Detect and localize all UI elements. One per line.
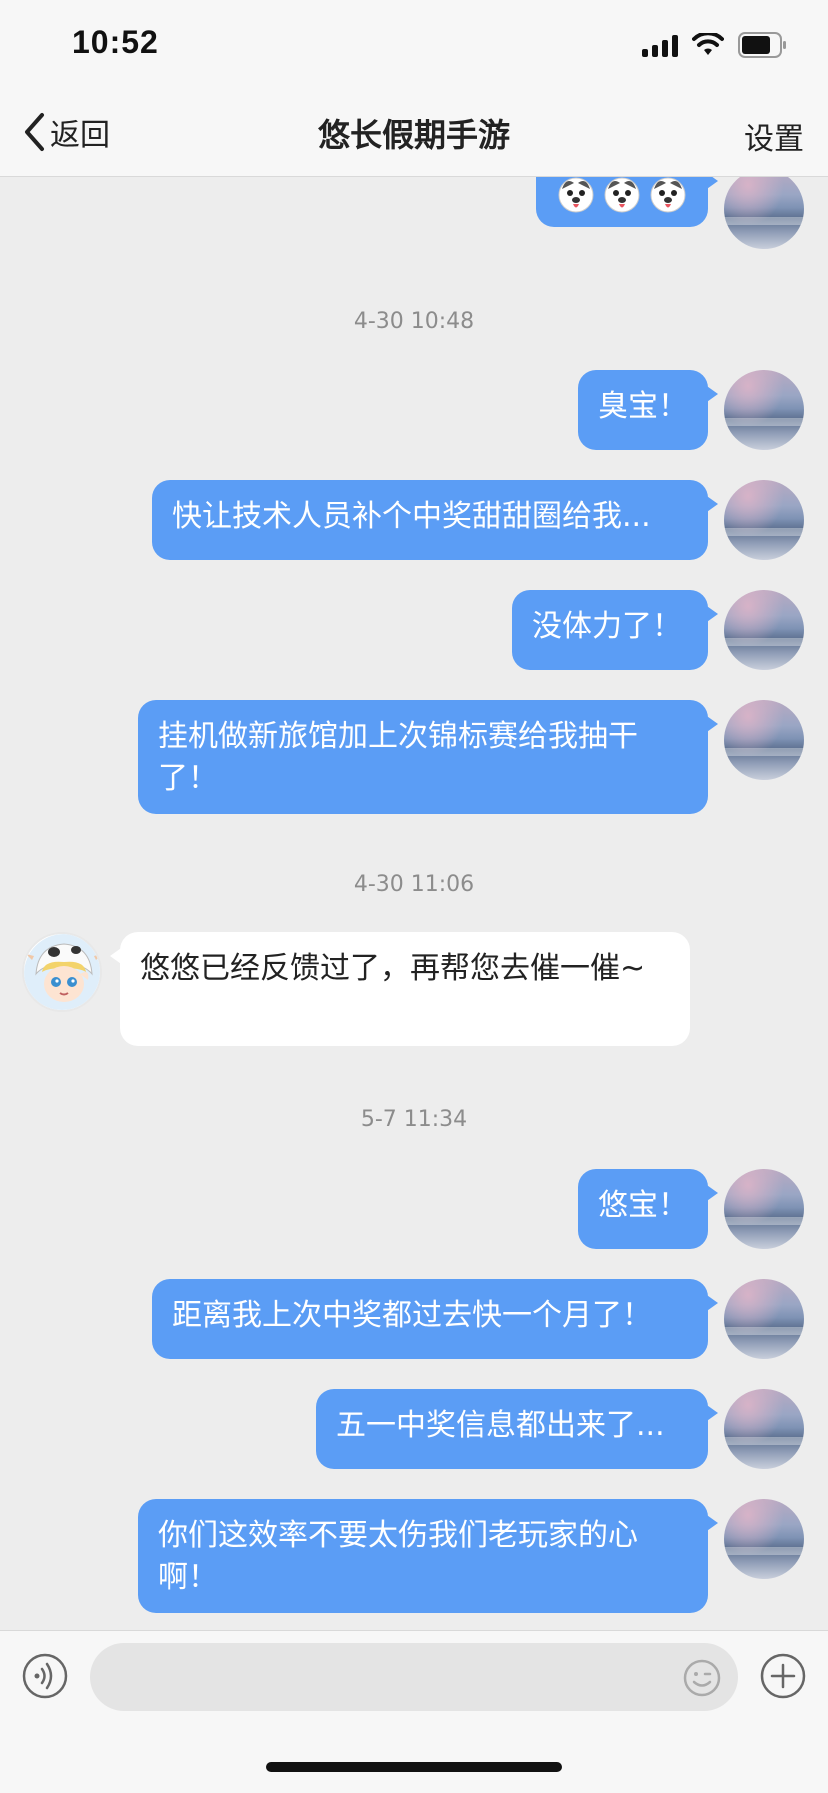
dog-emoji-icon xyxy=(650,177,686,213)
message-bubble-incoming[interactable]: 悠悠已经反馈过了，再帮您去催一催~ xyxy=(110,932,690,1046)
message-bubble-outgoing[interactable]: 悠宝！ xyxy=(578,1169,718,1249)
message-timestamp: 5-7 11:34 xyxy=(360,1107,468,1132)
my-avatar[interactable] xyxy=(724,480,804,560)
message-bubble-outgoing[interactable] xyxy=(536,177,718,227)
back-label: 返回 xyxy=(50,118,110,153)
voice-icon xyxy=(22,1653,68,1699)
voice-input-button[interactable] xyxy=(22,1653,68,1699)
my-avatar[interactable] xyxy=(724,590,804,670)
more-options-button[interactable] xyxy=(760,1653,806,1699)
message-bubble-outgoing[interactable]: 距离我上次中奖都过去快一个月了！ xyxy=(152,1279,718,1359)
system-icons xyxy=(642,30,788,60)
dog-emoji-icon xyxy=(604,177,640,213)
wifi-icon xyxy=(692,33,724,57)
message-bubble-outgoing[interactable]: 没体力了！ xyxy=(512,590,718,670)
message-bubble-outgoing[interactable]: 臭宝！ xyxy=(578,370,718,450)
message-bubble-outgoing[interactable]: 挂机做新旅馆加上次锦标赛给我抽干了！ xyxy=(138,700,718,814)
my-avatar[interactable] xyxy=(724,1389,804,1469)
message-bubble-outgoing[interactable]: 快让技术人员补个中奖甜甜圈给我... xyxy=(152,480,718,560)
message-timestamp: 4-30 11:06 xyxy=(353,872,475,897)
emoji-button[interactable] xyxy=(682,1658,722,1698)
official-account-avatar[interactable] xyxy=(22,932,102,1012)
smiley-icon xyxy=(683,1659,721,1697)
battery-icon xyxy=(738,32,788,58)
message-timestamp: 4-30 10:48 xyxy=(353,309,475,334)
my-avatar[interactable] xyxy=(724,177,804,249)
settings-button[interactable]: 设置 xyxy=(744,114,804,158)
my-avatar[interactable] xyxy=(724,1499,804,1579)
plus-icon xyxy=(760,1653,806,1699)
navigation-bar: 返回 悠长假期手游 设置 xyxy=(0,88,828,177)
chat-title: 悠长假期手游 xyxy=(317,116,510,154)
message-text-input[interactable] xyxy=(90,1643,738,1711)
my-avatar[interactable] xyxy=(724,700,804,780)
message-bubble-outgoing[interactable]: 五一中奖信息都出来了... xyxy=(316,1389,718,1469)
cellular-signal-icon xyxy=(642,33,678,57)
emoji-row xyxy=(556,177,688,215)
my-avatar[interactable] xyxy=(724,1169,804,1249)
chevron-left-icon xyxy=(25,113,44,151)
chat-message-list[interactable]: 4-30 10:48 臭宝！ 快让技术人员补个中奖甜甜圈给我... 没体力了！ … xyxy=(0,177,828,1630)
dog-emoji-icon xyxy=(558,177,594,213)
my-avatar[interactable] xyxy=(724,1279,804,1359)
anime-girl-cow-hood-avatar-icon xyxy=(24,934,100,1010)
status-time: 10:52 xyxy=(72,24,159,60)
message-bubble-outgoing[interactable]: 你们这效率不要太伤我们老玩家的心啊！ xyxy=(138,1499,718,1613)
home-indicator[interactable] xyxy=(266,1762,562,1772)
status-bar: 10:52 xyxy=(0,0,828,88)
my-avatar[interactable] xyxy=(724,370,804,450)
back-button[interactable]: 返回 xyxy=(22,108,110,156)
